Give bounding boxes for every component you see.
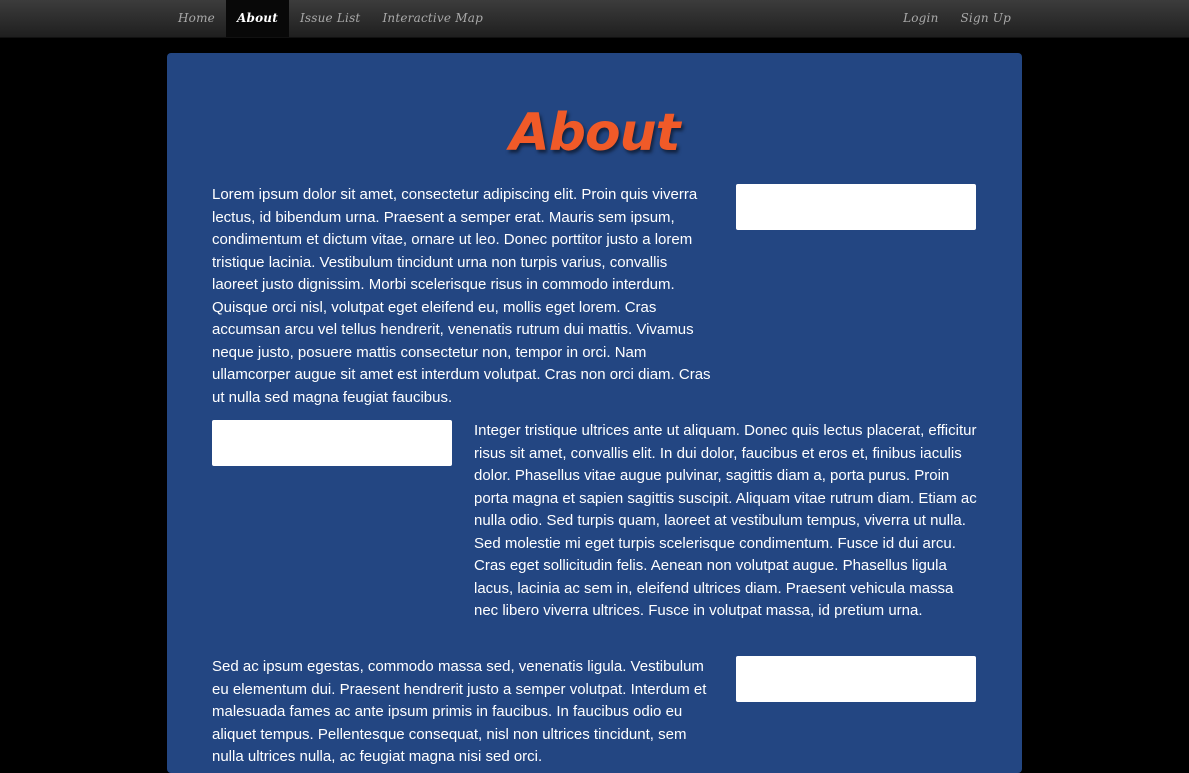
nav-left-group: Home About Issue List Interactive Map — [167, 0, 494, 37]
about-paragraph-2: Integer tristique ultrices ante ut aliqu… — [474, 422, 977, 619]
nav-item-issue-list[interactable]: Issue List — [289, 0, 372, 37]
navbar-container: Home About Issue List Interactive Map Lo… — [167, 0, 1022, 37]
nav-right-group: Login Sign Up — [892, 0, 1022, 37]
about-panel: About Lorem ipsum dolor sit amet, consec… — [167, 53, 1022, 773]
nav-item-login[interactable]: Login — [892, 0, 949, 37]
nav-item-sign-up[interactable]: Sign Up — [950, 0, 1022, 37]
image-placeholder-1 — [736, 184, 976, 230]
about-paragraph-1: Lorem ipsum dolor sit amet, consectetur … — [212, 186, 711, 406]
page-title: About — [509, 103, 680, 163]
nav-item-about[interactable]: About — [225, 0, 289, 37]
top-navbar: Home About Issue List Interactive Map Lo… — [0, 0, 1189, 38]
image-placeholder-2 — [212, 420, 452, 466]
nav-item-home[interactable]: Home — [167, 0, 226, 37]
nav-item-interactive-map[interactable]: Interactive Map — [371, 0, 493, 37]
about-paragraph-3: Sed ac ipsum egestas, commodo massa sed,… — [212, 658, 707, 765]
image-placeholder-3 — [736, 656, 976, 702]
